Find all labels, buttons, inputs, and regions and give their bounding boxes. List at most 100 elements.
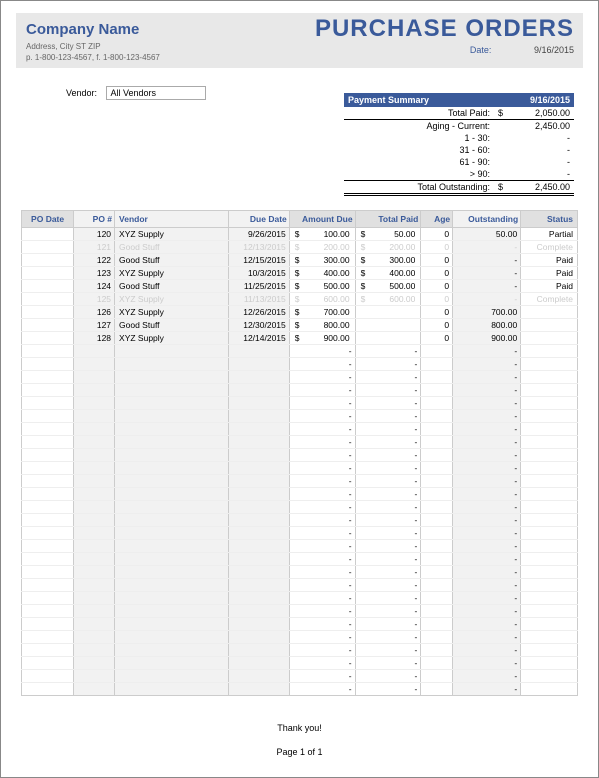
cell: - bbox=[453, 527, 521, 540]
cell: - bbox=[355, 644, 421, 657]
vendor-input[interactable]: All Vendors bbox=[106, 86, 206, 100]
table-row-blank: --- bbox=[22, 358, 578, 371]
cell bbox=[228, 488, 289, 501]
cell: - bbox=[289, 501, 355, 514]
page-title: PURCHASE ORDERS bbox=[315, 15, 574, 43]
cell-podate bbox=[22, 306, 74, 319]
cell bbox=[521, 436, 578, 449]
table-row: 124Good Stuff11/25/2015$500.00$500.000-P… bbox=[22, 280, 578, 293]
cell-due: 12/13/2015 bbox=[228, 241, 289, 254]
cell bbox=[115, 670, 228, 683]
cell-out: - bbox=[453, 280, 521, 293]
cell: - bbox=[453, 345, 521, 358]
cell: - bbox=[289, 462, 355, 475]
cell bbox=[115, 384, 228, 397]
cell bbox=[228, 618, 289, 631]
cell-ponum: 121 bbox=[74, 241, 115, 254]
summary-label: Aging - Current: bbox=[348, 121, 498, 131]
po-table-wrap: PO Date PO # Vendor Due Date Amount Due … bbox=[21, 210, 578, 696]
cell bbox=[228, 423, 289, 436]
cell bbox=[521, 397, 578, 410]
table-row-blank: --- bbox=[22, 488, 578, 501]
cell bbox=[421, 657, 453, 670]
cell: - bbox=[289, 371, 355, 384]
cell-due: 12/26/2015 bbox=[228, 306, 289, 319]
cell: - bbox=[453, 514, 521, 527]
cell bbox=[421, 527, 453, 540]
summary-header: Payment Summary 9/16/2015 bbox=[344, 93, 574, 107]
cell bbox=[521, 514, 578, 527]
cell bbox=[228, 358, 289, 371]
cell bbox=[421, 670, 453, 683]
summary-label: Total Outstanding: bbox=[348, 182, 498, 192]
table-row-blank: --- bbox=[22, 449, 578, 462]
cell bbox=[115, 683, 228, 696]
cell bbox=[22, 683, 74, 696]
cell bbox=[115, 423, 228, 436]
cell bbox=[22, 605, 74, 618]
cell bbox=[421, 631, 453, 644]
cell bbox=[228, 436, 289, 449]
cell bbox=[115, 345, 228, 358]
cell bbox=[521, 631, 578, 644]
cell: - bbox=[453, 592, 521, 605]
table-row: 128XYZ Supply12/14/2015$900.000900.00 bbox=[22, 332, 578, 345]
cell bbox=[115, 475, 228, 488]
cell bbox=[421, 410, 453, 423]
cell bbox=[74, 553, 115, 566]
cell bbox=[421, 475, 453, 488]
cell: $300.00 bbox=[355, 254, 421, 267]
cell: - bbox=[355, 384, 421, 397]
cell bbox=[228, 384, 289, 397]
table-row: 121Good Stuff12/13/2015$200.00$200.000-C… bbox=[22, 241, 578, 254]
cell bbox=[22, 514, 74, 527]
cell bbox=[421, 397, 453, 410]
date-value: 9/16/2015 bbox=[534, 45, 574, 55]
cell-vendor: XYZ Supply bbox=[115, 332, 228, 345]
cell bbox=[355, 319, 421, 332]
cell bbox=[22, 631, 74, 644]
cell bbox=[74, 644, 115, 657]
cell-vendor: Good Stuff bbox=[115, 254, 228, 267]
cell bbox=[22, 462, 74, 475]
table-row-blank: --- bbox=[22, 579, 578, 592]
cell: - bbox=[453, 657, 521, 670]
col-age: Age bbox=[421, 211, 453, 228]
cell bbox=[74, 514, 115, 527]
date-line: Date: 9/16/2015 bbox=[470, 45, 574, 55]
table-row-blank: --- bbox=[22, 670, 578, 683]
summary-row: 1 - 30:- bbox=[344, 132, 574, 144]
summary-value: 2,450.00 bbox=[510, 121, 570, 131]
cell bbox=[115, 605, 228, 618]
cell bbox=[22, 358, 74, 371]
cell-due: 12/14/2015 bbox=[228, 332, 289, 345]
table-row: 127Good Stuff12/30/2015$800.000800.00 bbox=[22, 319, 578, 332]
summary-label: 1 - 30: bbox=[348, 133, 498, 143]
table-row: 125XYZ Supply11/13/2015$600.00$600.000-C… bbox=[22, 293, 578, 306]
cell: - bbox=[355, 462, 421, 475]
table-row: 120XYZ Supply9/26/2015$100.00$50.00050.0… bbox=[22, 228, 578, 241]
cell-due: 11/25/2015 bbox=[228, 280, 289, 293]
table-row-blank: --- bbox=[22, 397, 578, 410]
cell: - bbox=[289, 449, 355, 462]
cell bbox=[115, 540, 228, 553]
cell: $50.00 bbox=[355, 228, 421, 241]
cell bbox=[521, 384, 578, 397]
cell bbox=[115, 644, 228, 657]
cell: $500.00 bbox=[289, 280, 355, 293]
cell-ponum: 127 bbox=[74, 319, 115, 332]
table-row-blank: --- bbox=[22, 527, 578, 540]
table-row-blank: --- bbox=[22, 644, 578, 657]
cell: - bbox=[355, 566, 421, 579]
cell bbox=[228, 410, 289, 423]
cell bbox=[228, 553, 289, 566]
cell bbox=[521, 358, 578, 371]
cell: - bbox=[453, 410, 521, 423]
cell bbox=[421, 423, 453, 436]
cell bbox=[228, 397, 289, 410]
cell bbox=[421, 358, 453, 371]
summary-currency bbox=[498, 157, 510, 167]
cell bbox=[421, 384, 453, 397]
cell: - bbox=[453, 384, 521, 397]
summary-currency: $ bbox=[498, 108, 510, 118]
